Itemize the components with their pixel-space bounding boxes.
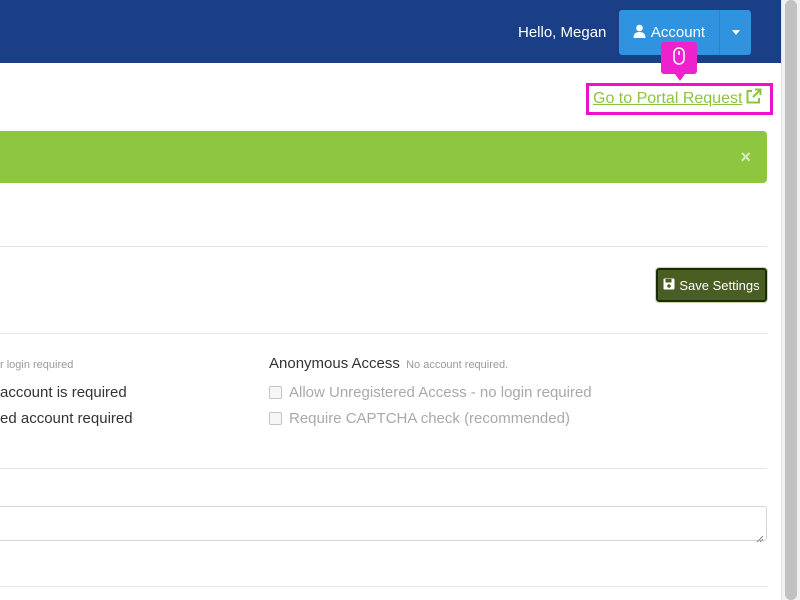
external-link-icon[interactable] — [745, 88, 762, 110]
user-greeting: Hello, Megan — [518, 24, 607, 41]
portal-link-highlight: Go to Portal Request — [586, 83, 773, 115]
user-icon — [633, 24, 646, 42]
anonymous-access-title: Anonymous Access — [269, 355, 400, 372]
allow-unregistered-checkbox[interactable] — [269, 386, 282, 399]
divider — [0, 468, 767, 469]
anonymous-access-heading: Anonymous Access No account required. — [269, 355, 508, 372]
require-captcha-checkbox[interactable] — [269, 412, 282, 425]
caret-down-icon — [731, 30, 740, 35]
account-dropdown-toggle[interactable] — [719, 10, 751, 55]
allow-unregistered-access-option[interactable]: Allow Unregistered Access - no login req… — [269, 384, 592, 401]
settings-textarea[interactable] — [0, 506, 767, 543]
alert-close-button[interactable]: × — [740, 147, 751, 167]
anonymous-access-note: No account required. — [406, 359, 509, 371]
go-to-portal-request-link[interactable]: Go to Portal Request — [593, 90, 742, 108]
resize-grip-icon[interactable] — [756, 530, 764, 543]
require-captcha-label: Require CAPTCHA check (recommended) — [289, 410, 570, 427]
save-settings-button[interactable]: Save Settings — [655, 267, 768, 303]
scrollbar-thumb[interactable] — [785, 0, 797, 600]
floppy-disk-icon — [663, 278, 675, 293]
registered-option-2-label: ed account required — [0, 410, 133, 427]
registered-access-note: r login required — [0, 359, 74, 371]
allow-unregistered-label: Allow Unregistered Access - no login req… — [289, 384, 592, 401]
mouse-icon — [673, 46, 685, 70]
mouse-cursor-indicator — [661, 42, 697, 81]
success-alert: × — [0, 131, 767, 183]
divider — [0, 333, 767, 334]
divider — [0, 246, 767, 247]
account-button-label: Account — [650, 24, 706, 41]
divider — [0, 586, 767, 587]
registered-option-1-label: account is required — [0, 384, 127, 401]
save-settings-label: Save Settings — [679, 277, 760, 293]
require-captcha-option[interactable]: Require CAPTCHA check (recommended) — [269, 410, 570, 427]
vertical-scrollbar[interactable] — [781, 0, 800, 600]
